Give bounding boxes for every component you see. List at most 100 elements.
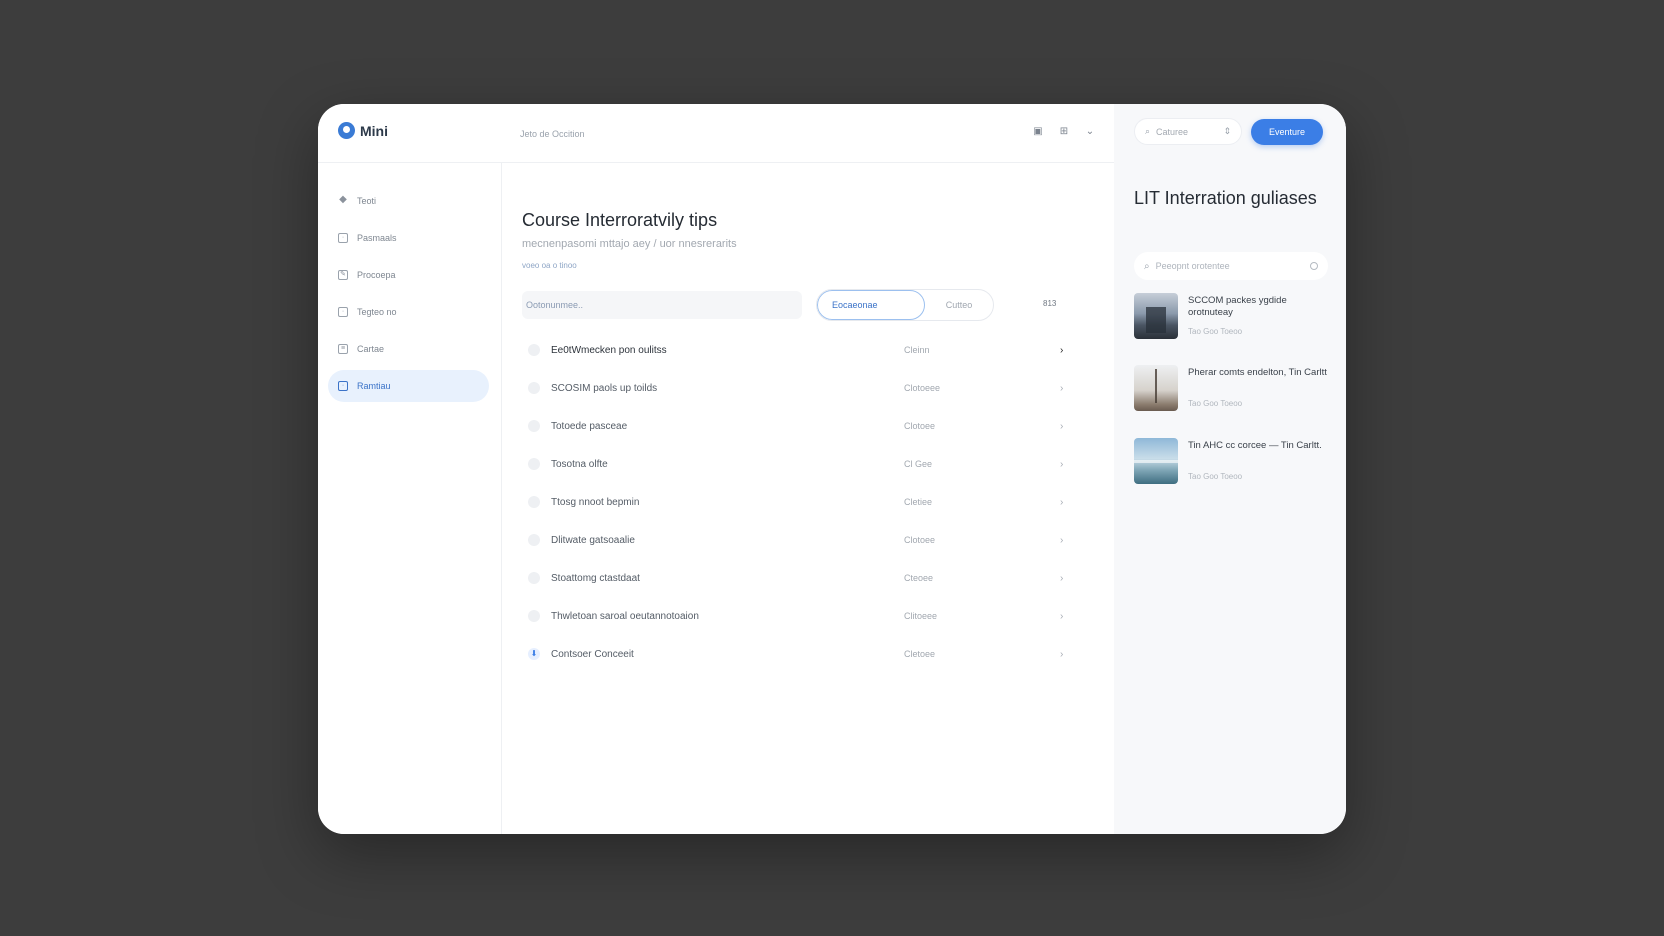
chevron-down-icon[interactable]: ⌄ xyxy=(1084,126,1096,138)
status-dot[interactable] xyxy=(528,610,540,622)
category-select-value: Caturee xyxy=(1156,126,1189,137)
sidebar-item-procoepa[interactable]: ✎ Procoepa xyxy=(328,259,489,291)
filter-input-label: Ootonunmee.. xyxy=(526,300,584,310)
list-item-status: Clotoeee xyxy=(904,383,941,393)
list-item[interactable]: Totoede pasceae Clotoee › xyxy=(522,407,1063,445)
category-select[interactable]: ⌕ Caturee ⇕ xyxy=(1134,118,1242,145)
sidebar-item-cartae[interactable]: ≡ Cartae xyxy=(328,333,489,365)
chevron-right-icon[interactable]: › xyxy=(1060,421,1063,432)
guide-card[interactable]: Tin AHC cc corcee — Tin Carltt. Tao Goo … xyxy=(1134,438,1330,486)
app-name: Mini xyxy=(360,122,388,139)
guide-card[interactable]: Pherar comts endelton, Tin Carltt Tao Go… xyxy=(1134,365,1330,413)
sidebar-item-tegteo[interactable]: · Tegteo no xyxy=(328,296,489,328)
landscape-thumbnail xyxy=(1134,438,1178,484)
chevron-right-icon[interactable]: › xyxy=(1060,611,1063,622)
segment-inactive[interactable]: Cutteo xyxy=(925,290,993,320)
primary-action-button[interactable]: Eventure xyxy=(1251,119,1323,145)
search-icon: ⌕ xyxy=(1145,126,1151,136)
logo-icon xyxy=(338,122,355,139)
list-item[interactable]: ⬇ Contsoer Conceeit Cletoee › xyxy=(522,635,1063,673)
sidebar-item-label: Procoepa xyxy=(357,270,396,280)
guide-card-title: Pherar comts endelton, Tin Carltt xyxy=(1188,367,1327,378)
sidebar-item-teoti[interactable]: ◆ Teoti xyxy=(328,185,489,217)
list-item-status: Cletoee xyxy=(904,649,936,659)
chevron-right-icon[interactable]: › xyxy=(1060,497,1063,508)
list-item[interactable]: Dlitwate gatsoaalie Clotoee › xyxy=(522,521,1063,559)
sidebar-item-label: Pasmaals xyxy=(357,233,397,243)
page-title: Course Interroratvily tips xyxy=(522,210,718,230)
guide-card-meta: Tao Goo Toeoo xyxy=(1188,399,1243,408)
list-item-label: Stoattomg ctastdaat xyxy=(551,572,640,584)
guide-search-placeholder: Peeopnt orotentee xyxy=(1155,261,1230,271)
chevron-right-icon[interactable]: › xyxy=(1060,573,1063,584)
list-item-label: SCOSIM paols up toilds xyxy=(551,382,658,394)
breadcrumb[interactable]: Jeto de Occition xyxy=(520,129,585,139)
app-window: Mini Jeto de Occition ▣ ⊞ ⌄ ⌕ Caturee ⇕ … xyxy=(318,104,1346,834)
list-item[interactable]: Tosotna olfte Cl Gee › xyxy=(522,445,1063,483)
page-meta-link[interactable]: voeo oa o tinoo xyxy=(522,261,577,270)
chevron-right-icon[interactable]: › xyxy=(1060,459,1063,470)
list-item-status: Clitoeee xyxy=(904,611,938,621)
list-item-status: Clotoee xyxy=(904,421,936,431)
clear-icon[interactable] xyxy=(1310,262,1318,270)
list-item-status: Cletiee xyxy=(904,497,933,507)
list-item[interactable]: Ee0tWmecken pon oulitss Cleinn › xyxy=(522,331,1063,369)
guide-search-input[interactable]: ⌕ Peeopnt orotentee xyxy=(1134,252,1328,280)
guide-card-title: Tin AHC cc corcee — Tin Carltt. xyxy=(1188,440,1322,451)
top-bar: Mini Jeto de Occition ▣ ⊞ ⌄ xyxy=(318,104,1114,163)
page-subtitle: mecnenpasomi mttajo aey / uor nnesrerari… xyxy=(522,238,737,250)
sidebar-item-label: Tegteo no xyxy=(357,307,397,317)
list-item-status: Cleinn xyxy=(904,345,930,355)
list-item-label: Thwletoan saroal oeutannotoaion xyxy=(551,610,699,622)
list-item-label: Dlitwate gatsoaalie xyxy=(551,534,635,546)
sidebar-item-label: Cartae xyxy=(357,344,385,354)
status-dot[interactable] xyxy=(528,382,540,394)
segmented-control: Eocaeonae Cutteo xyxy=(816,289,994,321)
filter-input[interactable]: Ootonunmee.. xyxy=(522,291,802,319)
app-logo[interactable]: Mini xyxy=(338,122,388,139)
list-item-status: Clotoee xyxy=(904,535,936,545)
chevron-right-icon[interactable]: › xyxy=(1060,649,1063,660)
status-dot[interactable] xyxy=(528,458,540,470)
list-item-label: Tosotna olfte xyxy=(551,458,608,470)
sidebar-item-label: Ramtiau xyxy=(357,381,391,391)
sidebar: ◆ Teoti · Pasmaals ✎ Procoepa · Tegteo n… xyxy=(318,163,502,834)
top-icon-group: ▣ ⊞ ⌄ xyxy=(1032,126,1096,138)
chevron-right-icon[interactable]: › xyxy=(1060,383,1063,394)
building-thumbnail xyxy=(1134,293,1178,339)
status-dot[interactable] xyxy=(528,344,540,356)
chevron-right-icon[interactable]: › xyxy=(1060,535,1063,546)
image-icon[interactable]: ▣ xyxy=(1032,126,1044,138)
list-item-label: Ttosg nnoot bepmin xyxy=(551,496,640,508)
edit-icon: ✎ xyxy=(338,270,348,280)
message-icon: · xyxy=(338,307,348,317)
list-item[interactable]: Stoattomg ctastdaat Cteoee › xyxy=(522,559,1063,597)
list-item[interactable]: SCOSIM paols up toilds Clotoeee › xyxy=(522,369,1063,407)
guide-card[interactable]: SCCOM packes ygdide orotnuteay Tao Goo T… xyxy=(1134,293,1330,341)
sidebar-item-pasmaals[interactable]: · Pasmaals xyxy=(328,222,489,254)
status-dot[interactable] xyxy=(528,496,540,508)
task-list: Ee0tWmecken pon oulitss Cleinn › SCOSIM … xyxy=(522,331,1063,673)
graduation-cap-icon: ◆ xyxy=(339,194,347,205)
doc-icon: · xyxy=(338,381,348,391)
list-item[interactable]: Ttosg nnoot bepmin Cletiee › xyxy=(522,483,1063,521)
sidebar-item-ramtiau[interactable]: · Ramtiau xyxy=(328,370,489,402)
list-item-label: Contsoer Conceeit xyxy=(551,648,634,660)
download-icon[interactable]: ⬇ xyxy=(528,648,540,660)
status-dot[interactable] xyxy=(528,572,540,584)
list-item-status: Cteoee xyxy=(904,573,934,583)
select-carets-icon: ⇕ xyxy=(1223,126,1231,136)
search-icon: ⌕ xyxy=(1144,260,1150,272)
right-panel: LIT Interration guliases ⌕ Peeopnt orote… xyxy=(1114,163,1346,834)
segment-active[interactable]: Eocaeonae xyxy=(817,290,925,320)
right-panel-header: ⌕ Caturee ⇕ Eventure xyxy=(1114,104,1346,163)
status-dot[interactable] xyxy=(528,420,540,432)
grid-icon[interactable]: ⊞ xyxy=(1058,126,1070,138)
page-icon: · xyxy=(338,233,348,243)
status-dot[interactable] xyxy=(528,534,540,546)
guide-card-meta: Tao Goo Toeoo xyxy=(1188,472,1243,481)
chevron-right-icon[interactable]: › xyxy=(1060,345,1063,356)
list-item[interactable]: Thwletoan saroal oeutannotoaion Clitoeee… xyxy=(522,597,1063,635)
guide-card-title: SCCOM packes ygdide orotnuteay xyxy=(1188,295,1287,318)
guide-card-meta: Tao Goo Toeoo xyxy=(1188,327,1243,336)
